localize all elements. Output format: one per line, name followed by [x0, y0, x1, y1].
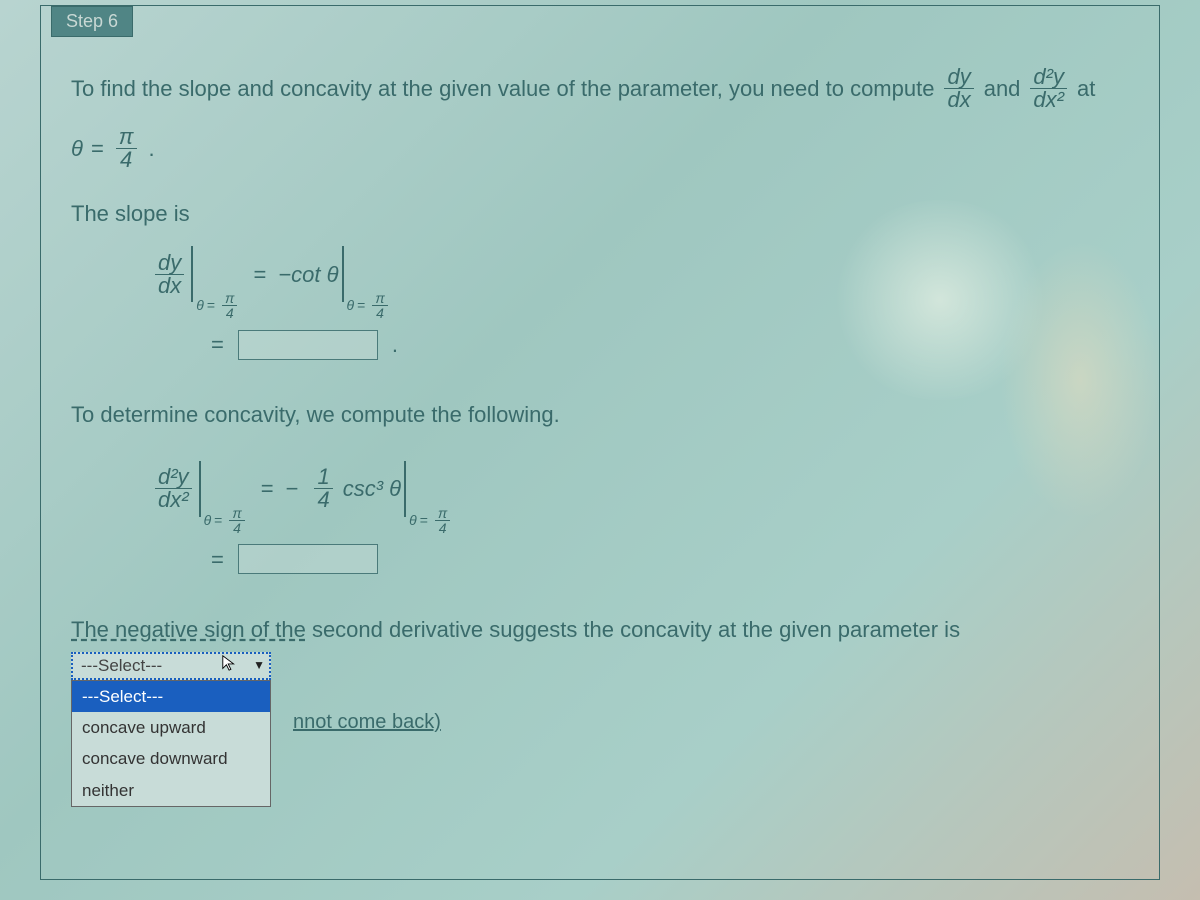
- content-frame: Step 6 To find the slope and concavity a…: [40, 5, 1160, 880]
- slope-equals-2: =: [211, 327, 224, 362]
- eval-sub-4: θ = π 4: [406, 506, 454, 535]
- dropdown-option-select[interactable]: ---Select---: [72, 681, 270, 712]
- select-placeholder: ---Select---: [81, 652, 162, 679]
- conc-equals-1: =: [261, 471, 274, 506]
- four-den: 4: [117, 149, 135, 171]
- slope-label: The slope is: [71, 196, 1129, 231]
- chevron-down-icon: ▼: [253, 656, 265, 675]
- concavity-eval-right: 1 4 csc³ θ θ = π 4: [310, 461, 454, 517]
- concavity-select[interactable]: ---Select--- ▼ ---Select--- concave upwa…: [71, 652, 271, 680]
- frac-dydx-eval: dy dx: [155, 252, 184, 297]
- slope-eval-right: −cot θ θ = π 4: [278, 246, 391, 302]
- dropdown-option-concave-upward[interactable]: concave upward: [72, 712, 270, 743]
- frac-dy-dx: dy dx: [944, 66, 973, 111]
- dx-den: dx: [944, 89, 973, 111]
- negcot-theta: −cot θ: [278, 257, 338, 292]
- intro-at: at: [1077, 71, 1095, 106]
- period: .: [149, 131, 155, 166]
- conc-equals-2: =: [211, 542, 224, 577]
- concavity-eval-left: d²y dx² θ = π 4: [151, 461, 249, 517]
- param-value-row: θ = π 4 .: [71, 126, 1129, 171]
- select-display[interactable]: ---Select--- ▼: [71, 652, 271, 680]
- concavity-answer-row: =: [211, 542, 1129, 577]
- slope-eval-left: dy dx θ = π 4: [151, 246, 241, 302]
- equals-sign: =: [91, 131, 104, 166]
- occluded-hint-text: nnot come back): [293, 706, 441, 738]
- conclusion-text: The negative sign of the second derivati…: [71, 612, 1129, 647]
- frac-1-4: 1 4: [314, 466, 332, 511]
- dy-num: dy: [944, 66, 973, 89]
- concavity-equation: d²y dx² θ = π 4 = − 1: [151, 461, 1129, 517]
- frac-d2ydx2-eval: d²y dx²: [155, 466, 192, 511]
- frac-pi-4: π 4: [116, 126, 137, 171]
- theta-symbol: θ: [71, 131, 83, 166]
- intro-text: To find the slope and concavity at the g…: [71, 66, 1129, 111]
- dropdown-list: ---Select--- concave upward concave down…: [71, 680, 271, 807]
- eval-sub-3: θ = π 4: [201, 506, 249, 535]
- conclusion-rest: second derivative suggests the concavity…: [306, 617, 960, 642]
- frac-d2y-dx2: d²y dx²: [1030, 66, 1067, 111]
- conclusion-prefix: The negative sign of the: [71, 617, 306, 642]
- slope-input[interactable]: [238, 330, 378, 360]
- intro-part1: To find the slope and concavity at the g…: [71, 71, 934, 106]
- dx2-den: dx²: [1030, 89, 1067, 111]
- intro-and: and: [984, 71, 1021, 106]
- conc-neg: −: [286, 471, 299, 506]
- content-area: To find the slope and concavity at the g…: [41, 6, 1159, 710]
- eval-sub-1: θ = π 4: [193, 291, 241, 320]
- step-label: Step 6: [66, 11, 118, 31]
- dropdown-option-neither[interactable]: neither: [72, 775, 270, 806]
- csc3-theta: csc³ θ: [343, 471, 401, 506]
- concavity-intro: To determine concavity, we compute the f…: [71, 397, 1129, 432]
- slope-equals-1: =: [253, 257, 266, 292]
- slope-answer-row: = .: [211, 327, 1129, 362]
- slope-equation: dy dx θ = π 4 = −cot θ: [151, 246, 1129, 302]
- pi-num: π: [116, 126, 137, 149]
- concavity-input[interactable]: [238, 544, 378, 574]
- d2y-num: d²y: [1030, 66, 1067, 89]
- eval-sub-2: θ = π 4: [344, 291, 392, 320]
- dropdown-option-concave-downward[interactable]: concave downward: [72, 743, 270, 774]
- step-header: Step 6: [51, 6, 133, 37]
- period-2: .: [392, 327, 398, 362]
